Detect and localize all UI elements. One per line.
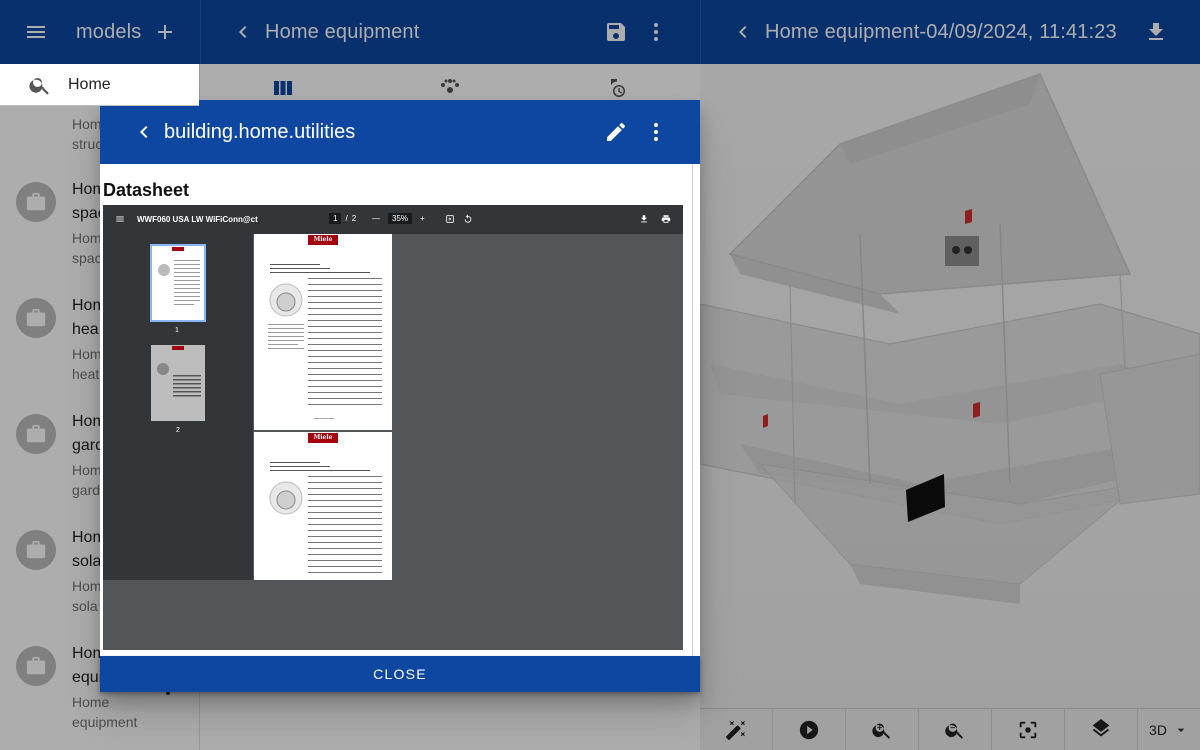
edit-icon[interactable] <box>596 112 636 152</box>
rotate-icon[interactable] <box>463 214 473 224</box>
pdf-viewer[interactable]: WWF060 USA LW WiFiConn@ct 1 / 2 — 35% + <box>103 205 683 650</box>
datasheet-label: Datasheet <box>103 180 190 200</box>
pdf-page-1: Miele <box>254 234 392 430</box>
dialog-scrollbar[interactable] <box>692 164 693 656</box>
thumbnail-preview <box>157 346 201 397</box>
pdf-zoom-input[interactable]: 35% <box>388 213 413 224</box>
fit-page-icon[interactable] <box>445 214 455 224</box>
pdf-thumbnail-sidebar: 1 2 <box>103 234 253 580</box>
pdf-page-control: 1 / 2 <box>329 213 356 224</box>
print-icon[interactable] <box>661 214 671 224</box>
close-button[interactable]: CLOSE <box>100 656 700 692</box>
miele-logo: Miele <box>308 433 338 443</box>
pdf-page-2: Miele <box>254 432 392 580</box>
pdf-toolbar: WWF060 USA LW WiFiConn@ct 1 / 2 — 35% + <box>103 205 683 234</box>
pdf-thumbnail-1[interactable] <box>150 244 206 322</box>
search-icon <box>29 77 49 95</box>
pdf-total-pages: 2 <box>351 214 357 223</box>
thumbnail-label-1: 1 <box>175 327 179 334</box>
zoom-in-icon[interactable]: + <box>420 214 425 223</box>
pdf-current-page-input[interactable]: 1 <box>329 213 342 224</box>
zoom-out-icon[interactable]: — <box>372 214 380 223</box>
more-vert-icon[interactable] <box>636 112 676 152</box>
pdf-zoom-control: — 35% + <box>372 213 425 224</box>
back-icon[interactable] <box>124 112 164 152</box>
page-2-content <box>269 462 382 573</box>
menu-icon[interactable] <box>115 214 125 224</box>
dialog-title: building.home.utilities <box>164 120 356 143</box>
thumbnail-preview <box>158 247 200 305</box>
datasheet-dialog: building.home.utilities Datasheet WWF060… <box>100 100 700 692</box>
search-bar[interactable]: Home <box>0 64 199 106</box>
page-1-content <box>268 264 382 419</box>
thumbnail-label-2: 2 <box>176 427 180 434</box>
dialog-content: Datasheet WWF060 USA LW WiFiConn@ct 1 / … <box>100 164 700 656</box>
download-icon[interactable] <box>639 214 649 224</box>
pdf-document-title: WWF060 USA LW WiFiConn@ct <box>137 215 258 224</box>
pdf-view-controls <box>445 214 473 224</box>
dialog-header: building.home.utilities <box>100 100 700 164</box>
pdf-page-separator: / <box>345 214 348 223</box>
pdf-thumbnail-2[interactable] <box>151 345 205 421</box>
pdf-actions <box>639 214 671 224</box>
miele-logo: Miele <box>308 235 338 245</box>
search-input[interactable]: Home <box>68 76 111 94</box>
